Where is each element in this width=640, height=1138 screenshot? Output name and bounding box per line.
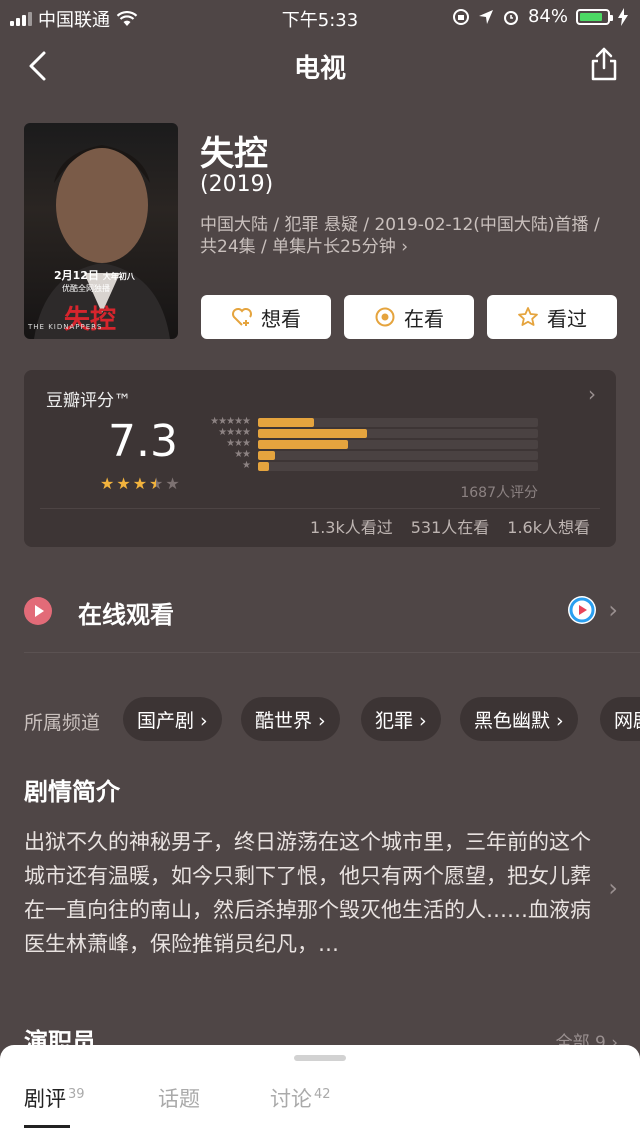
synopsis-chevron-icon[interactable]: › [608,874,618,902]
status-bar: 中国联通 下午5:33 84% [0,0,640,34]
rating-bar-stars-icon: ★★★★ [218,427,251,438]
target-icon [375,307,395,327]
rating-chevron-icon: › [588,382,596,406]
want-label: 想看 [261,306,301,331]
synopsis-text[interactable]: 出狱不久的神秘男子，终日游荡在这个城市里，三年前的这个城市还有温暖，如今只剩下了… [24,825,594,961]
rating-count: 1687人评分 [460,485,538,501]
rating-stars: ★ ★ ★ ★ ★ [100,474,180,493]
rating-card[interactable]: 豆瓣评分™ › 7.3 ★ ★ ★ ★ ★ ★★★★★ ★★★★ ★★★ ★★ ★ 1687人评… [24,370,616,547]
show-title: 失控 [200,134,268,174]
rating-bar-stars-icon: ★★★★★ [210,416,251,427]
page-title: 电视 [293,54,346,84]
channel-chip-1[interactable]: 国产剧 › [123,697,222,741]
rating-bar-fill [258,440,348,449]
watching-count: 531人在看 [410,518,490,537]
tab-reviews[interactable]: 剧评 39 [24,1083,85,1113]
want-button[interactable]: 想看 [201,295,331,339]
rating-bar-fill [258,418,314,427]
orientation-lock-icon [452,8,469,25]
charging-icon [618,7,628,26]
star-outline-icon [518,307,538,326]
rating-bar-stars-icon: ★ [242,460,251,471]
status-right: 84% [452,6,628,27]
poster-date: 2月12日 [54,269,99,282]
show-meta-line1: 中国大陆 / 犯罪 悬疑 / 2019-02-12(中国大陆)首播 / [200,215,600,235]
rating-card-title: 豆瓣评分™ [46,391,131,411]
youku-icon[interactable] [568,596,596,624]
rating-star-icon: ★ [116,474,131,493]
channel-chip-5[interactable]: 网剧 [600,697,640,741]
online-chevron-icon[interactable]: › [608,596,618,624]
online-divider [24,652,640,653]
show-meta[interactable]: 中国大陆 / 犯罪 悬疑 / 2019-02-12(中国大陆)首播 / 共24集… [200,214,610,258]
rating-star-icon: ★ [132,474,148,493]
tab-discussions[interactable]: 讨论 42 [270,1083,331,1113]
channel-chip-4[interactable]: 黑色幽默 › [460,697,578,741]
channel-chip-2[interactable]: 酷世界 › [241,697,340,741]
want-count: 1.6k人想看 [507,518,590,537]
rating-bar-fill [258,451,275,460]
sheet-handle[interactable] [294,1055,346,1061]
show-year: (2019) [200,172,274,197]
poster-sub: 大年初八 [102,272,135,281]
channel-chip-3[interactable]: 犯罪 › [361,697,441,741]
rating-star-icon: ★ [149,474,164,493]
rating-bar-track [258,462,538,471]
review-sheet[interactable]: 剧评 39 话题 讨论 42 [0,1045,640,1138]
tab-reviews-count: 39 [68,1087,85,1102]
rating-bar-track [258,440,538,449]
rating-bar-stars-icon: ★★ [234,449,251,460]
heart-plus-icon [232,308,252,326]
watched-count: 1.3k人看过 [310,518,393,537]
poster-sub2: 优酷全网独播 [62,284,110,293]
watching-button[interactable]: 在看 [344,295,474,339]
tab-topics-label: 话题 [158,1087,200,1111]
rating-bar-track [258,429,538,438]
rating-bar-fill [258,462,270,471]
share-icon[interactable] [588,46,620,82]
show-meta-line2: 共24集 / 单集片长25分钟 › [200,237,409,257]
tab-reviews-label: 剧评 [24,1087,66,1111]
watch-stats: 1.3k人看过 531人在看 1.6k人想看 [310,514,590,538]
rating-bar-track [258,418,538,427]
watched-label: 看过 [547,306,587,331]
location-icon [478,9,493,24]
tab-discussions-count: 42 [314,1087,331,1102]
battery-percent: 84% [527,6,568,27]
tab-topics[interactable]: 话题 [158,1083,200,1113]
rating-bar-stars-icon: ★★★ [226,438,251,449]
channel-label: 所属频道 [24,712,101,734]
rating-bar-fill [258,429,368,438]
poster-en-title: THE KIDNAPPERS [28,323,103,331]
watched-button[interactable]: 看过 [487,295,617,339]
synopsis-title: 剧情简介 [24,778,120,806]
rating-score: 7.3 [108,416,178,467]
tab-active-underline [24,1125,70,1128]
alarm-icon [503,10,518,25]
play-icon [24,597,52,625]
watching-label: 在看 [404,306,444,331]
battery-fill [580,12,602,21]
rating-star-icon: ★ [165,474,180,493]
rating-divider [40,508,600,509]
rating-star-icon: ★ [100,474,115,493]
online-watch-label[interactable]: 在线观看 [78,595,174,630]
tab-discussions-label: 讨论 [270,1087,312,1111]
rating-bar-track [258,451,538,460]
battery-icon [576,8,613,25]
poster-image[interactable]: 2月12日 大年初八 优酷全网独播 失控 THE KIDNAPPERS [24,123,178,339]
